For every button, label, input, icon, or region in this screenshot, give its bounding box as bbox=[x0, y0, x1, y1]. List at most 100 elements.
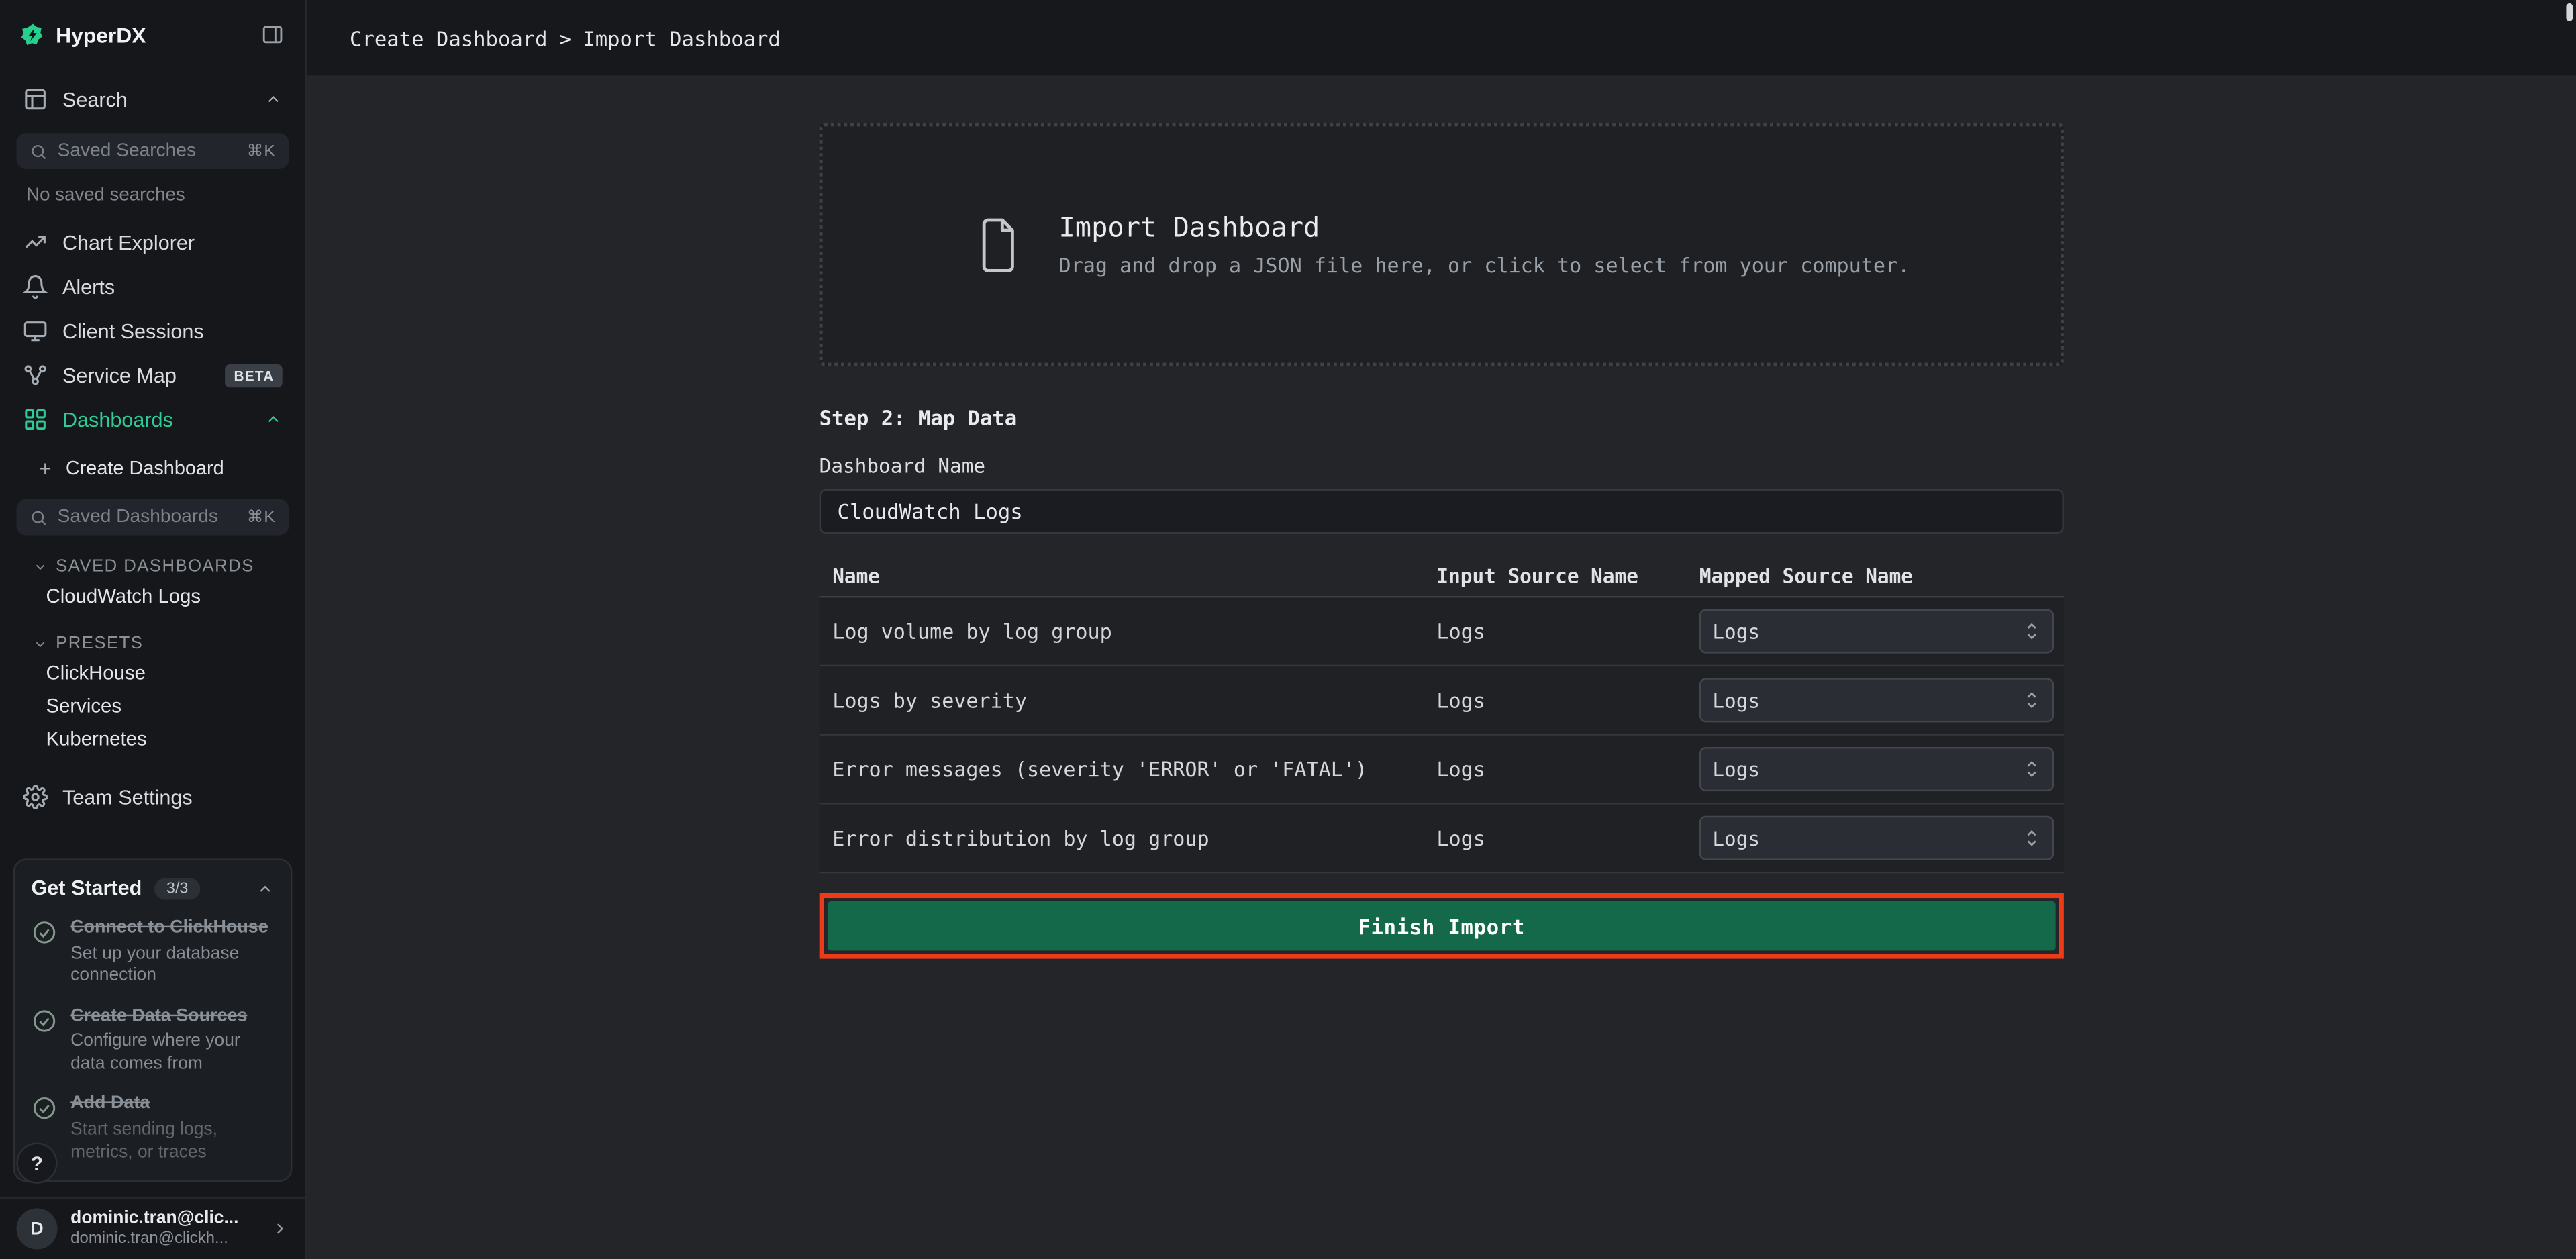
sidebar-item-client-sessions[interactable]: Client Sessions bbox=[0, 309, 305, 353]
scrollbar-thumb[interactable] bbox=[2566, 3, 2573, 21]
breadcrumb-create-dashboard[interactable]: Create Dashboard bbox=[350, 26, 548, 50]
input-source-name: Logs bbox=[1436, 689, 1699, 711]
dropzone-subtitle: Drag and drop a JSON file here, or click… bbox=[1058, 254, 1910, 277]
service-map-icon bbox=[23, 363, 48, 388]
chart-explorer-icon bbox=[23, 230, 48, 254]
table-row: Logs by severity Logs Logs bbox=[820, 666, 2064, 736]
app-root: HyperDX Search ⌘K No saved searches bbox=[0, 0, 2576, 1259]
preset-link-services[interactable]: Services bbox=[0, 689, 305, 722]
sidebar-item-service-map[interactable]: Service Map BETA bbox=[0, 353, 305, 397]
get-started-item-add-data[interactable]: Add Data Start sending logs, metrics, or… bbox=[31, 1094, 274, 1164]
table-row: Error messages (severity 'ERROR' or 'FAT… bbox=[820, 736, 2064, 805]
alerts-label: Alerts bbox=[62, 275, 115, 298]
saved-searches-input[interactable] bbox=[58, 141, 237, 160]
mapped-source-select[interactable]: Logs bbox=[1699, 816, 2054, 860]
user-name: dominic.tran@clic... bbox=[70, 1208, 238, 1230]
gear-icon bbox=[23, 785, 48, 809]
group-saved-dashboards[interactable]: SAVED DASHBOARDS bbox=[0, 553, 305, 579]
mapped-source-select[interactable]: Logs bbox=[1699, 678, 2054, 722]
preset-link-kubernetes[interactable]: Kubernetes bbox=[0, 722, 305, 755]
saved-dashboards-searchbox[interactable]: ⌘K bbox=[16, 499, 289, 536]
client-sessions-label: Client Sessions bbox=[62, 319, 204, 342]
mapping-table: Name Input Source Name Mapped Source Nam… bbox=[820, 556, 2064, 873]
step-heading: Step 2: Map Data bbox=[820, 405, 2064, 430]
input-source-name: Logs bbox=[1436, 758, 1699, 780]
get-started-item-connect[interactable]: Connect to ClickHouse Set up your databa… bbox=[31, 917, 274, 987]
input-source-name: Logs bbox=[1436, 827, 1699, 850]
team-settings-label: Team Settings bbox=[62, 786, 193, 809]
group-presets-label: PRESETS bbox=[56, 634, 143, 653]
chevron-down-icon bbox=[33, 636, 48, 651]
saved-dashboards-input[interactable] bbox=[58, 507, 237, 527]
preset-link-clickhouse[interactable]: ClickHouse bbox=[0, 656, 305, 689]
chart-name: Log volume by log group bbox=[832, 619, 1436, 642]
mapped-source-select[interactable]: Logs bbox=[1699, 609, 2054, 654]
column-header-input-source: Input Source Name bbox=[1436, 564, 1699, 587]
table-row: Error distribution by log group Logs Log… bbox=[820, 805, 2064, 874]
chevron-up-icon[interactable] bbox=[264, 91, 283, 109]
brand-row: HyperDX bbox=[0, 0, 305, 69]
chart-name: Logs by severity bbox=[832, 689, 1436, 711]
finish-import-button[interactable]: Finish Import bbox=[828, 901, 2056, 950]
get-started-card: Get Started 3/3 Connect to ClickHouse Se… bbox=[13, 858, 293, 1182]
help-button[interactable]: ? bbox=[16, 1143, 57, 1184]
chart-name: Error messages (severity 'ERROR' or 'FAT… bbox=[832, 758, 1436, 780]
topbar: Create Dashboard > Import Dashboard bbox=[307, 0, 2576, 77]
get-started-title: Get Started bbox=[31, 876, 142, 899]
saved-searches-searchbox[interactable]: ⌘K bbox=[16, 133, 289, 169]
sidebar-item-alerts[interactable]: Alerts bbox=[0, 264, 305, 309]
chevron-up-icon[interactable] bbox=[256, 879, 275, 897]
sidebar-item-chart-explorer[interactable]: Chart Explorer bbox=[0, 220, 305, 264]
service-map-label: Service Map bbox=[62, 364, 177, 387]
bell-icon bbox=[23, 274, 48, 299]
content: Import Dashboard Drag and drop a JSON fi… bbox=[307, 77, 2576, 1259]
no-saved-searches-text: No saved searches bbox=[0, 185, 305, 205]
search-section-label: Search bbox=[62, 88, 128, 111]
chart-explorer-label: Chart Explorer bbox=[62, 231, 195, 254]
sidebar-item-team-settings[interactable]: Team Settings bbox=[0, 775, 305, 819]
user-email: dominic.tran@clickh... bbox=[70, 1230, 238, 1250]
mapped-source-value: Logs bbox=[1712, 619, 1760, 642]
chevron-right-icon bbox=[271, 1220, 289, 1238]
file-icon bbox=[973, 214, 1022, 275]
user-menu[interactable]: D dominic.tran@clic... dominic.tran@clic… bbox=[0, 1197, 305, 1259]
get-started-progress-badge: 3/3 bbox=[155, 877, 200, 899]
get-started-item-desc: Configure where your data comes from bbox=[70, 1031, 274, 1076]
check-circle-icon bbox=[31, 1007, 57, 1076]
chevron-up-down-icon bbox=[2023, 758, 2041, 780]
check-circle-icon bbox=[31, 919, 57, 988]
sidebar: HyperDX Search ⌘K No saved searches bbox=[0, 0, 307, 1259]
group-saved-dashboards-label: SAVED DASHBOARDS bbox=[56, 556, 254, 576]
json-dropzone[interactable]: Import Dashboard Drag and drop a JSON fi… bbox=[820, 123, 2064, 366]
search-section-icon bbox=[23, 87, 48, 112]
chevron-up-down-icon bbox=[2023, 827, 2041, 849]
column-header-name: Name bbox=[832, 564, 1436, 587]
search-icon bbox=[30, 142, 48, 160]
chevron-up-icon[interactable] bbox=[264, 411, 283, 429]
dashboards-label: Dashboards bbox=[62, 408, 173, 431]
create-dashboard-link[interactable]: Create Dashboard bbox=[0, 448, 305, 488]
saved-dashboards-shortcut: ⌘K bbox=[247, 508, 276, 526]
chevron-up-down-icon bbox=[2023, 689, 2041, 711]
table-header-row: Name Input Source Name Mapped Source Nam… bbox=[820, 556, 2064, 597]
table-row: Log volume by log group Logs Logs bbox=[820, 597, 2064, 666]
group-presets[interactable]: PRESETS bbox=[0, 630, 305, 656]
collapse-sidebar-icon[interactable] bbox=[261, 23, 284, 46]
dashboard-name-input[interactable] bbox=[820, 489, 2064, 534]
get-started-item-sources[interactable]: Create Data Sources Configure where your… bbox=[31, 1006, 274, 1076]
get-started-header[interactable]: Get Started 3/3 bbox=[31, 876, 274, 899]
mapped-source-select[interactable]: Logs bbox=[1699, 747, 2054, 791]
mapped-source-value: Logs bbox=[1712, 689, 1760, 711]
sidebar-item-search[interactable]: Search bbox=[0, 77, 305, 121]
dashboard-link-cloudwatch-logs[interactable]: CloudWatch Logs bbox=[0, 580, 305, 613]
get-started-item-desc: Set up your database connection bbox=[70, 944, 274, 988]
chart-name: Error distribution by log group bbox=[832, 827, 1436, 850]
brand[interactable]: HyperDX bbox=[21, 22, 146, 47]
dashboards-grid-icon bbox=[23, 407, 48, 432]
breadcrumb-separator: > bbox=[559, 26, 571, 50]
saved-searches-shortcut: ⌘K bbox=[247, 142, 276, 160]
breadcrumb-import-dashboard: Import Dashboard bbox=[583, 26, 781, 50]
main-area: Create Dashboard > Import Dashboard Impo… bbox=[307, 0, 2576, 1259]
sidebar-item-dashboards[interactable]: Dashboards bbox=[0, 397, 305, 442]
get-started-item-desc: Start sending logs, metrics, or traces bbox=[70, 1120, 274, 1164]
